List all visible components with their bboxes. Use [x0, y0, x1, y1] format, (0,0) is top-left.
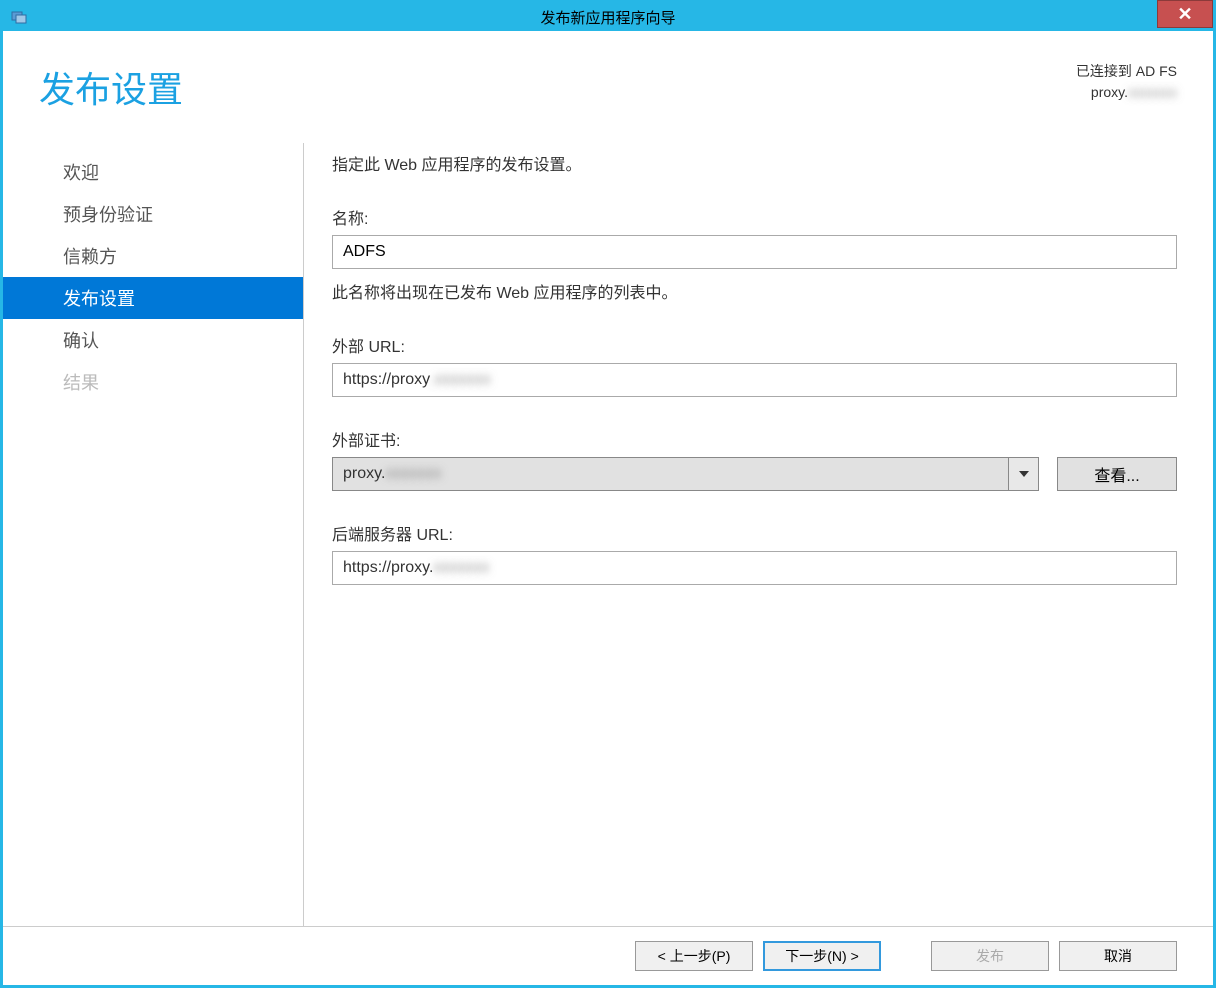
backend-url-label: 后端服务器 URL:: [332, 521, 1177, 545]
app-icon: [9, 7, 29, 27]
sidebar-item-welcome[interactable]: 欢迎: [3, 151, 303, 193]
name-label: 名称:: [332, 205, 1177, 229]
sidebar-item-confirm[interactable]: 确认: [3, 319, 303, 361]
titlebar: 发布新应用程序向导 ✕: [3, 3, 1213, 31]
external-cert-value: proxy.xxxxxxx: [332, 457, 1009, 491]
sidebar-item-relying-party[interactable]: 信赖方: [3, 235, 303, 277]
wizard-window: 发布新应用程序向导 ✕ 发布设置 已连接到 AD FS proxy.xxxxxx…: [0, 0, 1216, 988]
next-button[interactable]: 下一步(N) >: [763, 941, 881, 971]
vertical-divider: [303, 143, 304, 926]
connection-status: 已连接到 AD FS proxy.xxxxxxx: [1076, 61, 1177, 103]
footer: < 上一步(P) 下一步(N) > 发布 取消: [3, 926, 1213, 985]
instruction-text: 指定此 Web 应用程序的发布设置。: [332, 151, 1177, 175]
name-input[interactable]: [332, 235, 1177, 269]
sidebar-item-preauth[interactable]: 预身份验证: [3, 193, 303, 235]
window-title: 发布新应用程序向导: [540, 7, 675, 28]
status-line2: proxy.xxxxxxx: [1076, 82, 1177, 103]
page-heading: 发布设置: [39, 61, 183, 113]
body: 欢迎 预身份验证 信赖方 发布设置 确认 结果 指定此 Web 应用程序的发布设…: [3, 123, 1213, 926]
external-url-input[interactable]: https://proxy.xxxxxxx: [332, 363, 1177, 397]
cancel-button[interactable]: 取消: [1059, 941, 1177, 971]
dropdown-arrow-icon[interactable]: [1009, 457, 1039, 491]
external-cert-label: 外部证书:: [332, 427, 1177, 451]
external-url-label: 外部 URL:: [332, 333, 1177, 357]
status-line1: 已连接到 AD FS: [1076, 61, 1177, 82]
sidebar-item-publish-settings[interactable]: 发布设置: [3, 277, 303, 319]
name-help-text: 此名称将出现在已发布 Web 应用程序的列表中。: [332, 279, 1177, 303]
backend-url-input[interactable]: https://proxy.xxxxxxx: [332, 551, 1177, 585]
previous-button[interactable]: < 上一步(P): [635, 941, 753, 971]
external-cert-select[interactable]: proxy.xxxxxxx: [332, 457, 1039, 491]
content-pane: 指定此 Web 应用程序的发布设置。 名称: 此名称将出现在已发布 Web 应用…: [332, 143, 1177, 926]
close-button[interactable]: ✕: [1157, 0, 1213, 28]
header: 发布设置 已连接到 AD FS proxy.xxxxxxx: [3, 31, 1213, 123]
publish-button: 发布: [931, 941, 1049, 971]
close-icon: ✕: [1177, 4, 1192, 25]
view-cert-button[interactable]: 查看...: [1057, 457, 1177, 491]
wizard-steps-sidebar: 欢迎 预身份验证 信赖方 发布设置 确认 结果: [3, 143, 303, 926]
sidebar-item-results: 结果: [3, 361, 303, 403]
